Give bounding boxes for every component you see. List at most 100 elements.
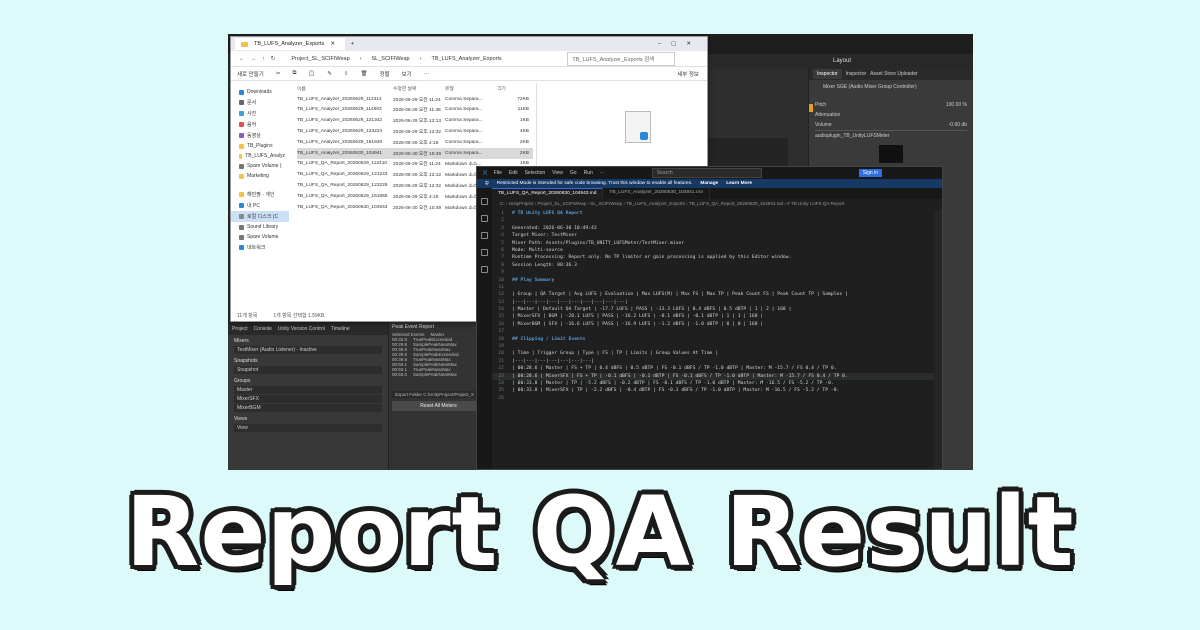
group-mixerbgm[interactable]: MixerBGM <box>234 404 382 412</box>
volume-value[interactable]: -0.60 db <box>949 122 967 128</box>
code-line[interactable]: 23 | 00:28.6 | MixerSFX | FS + TP | -0.1 … <box>492 372 934 380</box>
code-line[interactable]: 25 | 00:33.8 | MixerSFX | TP | -2.2 dBFS … <box>492 387 934 394</box>
nav-item[interactable]: Marketing <box>231 171 289 181</box>
tab-asset-store[interactable]: Asset Store Uploader <box>870 71 918 77</box>
sign-in-button[interactable]: Sign in <box>858 169 882 177</box>
view-button[interactable]: 보기 <box>402 70 412 78</box>
source-control-icon[interactable] <box>481 232 488 239</box>
code-line[interactable]: 6 Mode: Multi-source <box>492 247 934 254</box>
nav-item[interactable]: 사진 <box>231 108 289 119</box>
refresh-icon[interactable]: ↻ <box>271 56 276 62</box>
code-line[interactable]: 8 Session Length: 00:36.3 <box>492 262 934 269</box>
file-row-selected[interactable]: TB_LUFS_Analyzer_20260630_104941 2026-06-… <box>297 147 533 159</box>
file-row[interactable]: TB_LUFS_Analyzer_20260629_112412 2026-06-… <box>297 94 533 105</box>
copy-icon[interactable]: ⧉ <box>292 70 296 77</box>
code-line[interactable]: 10 ## Play Summary <box>492 277 934 284</box>
code-line[interactable]: 20 | Time | Trigger Group | Type | FS | T… <box>492 350 934 357</box>
code-line[interactable]: 22 | 00:28.6 | Master | FS + TP | 0.4 dBF… <box>492 365 934 372</box>
more-menu-icon[interactable]: ··· <box>600 170 605 176</box>
code-line[interactable]: 19 <box>492 343 934 350</box>
code-line[interactable]: 24 | 00:33.8 | Master | TP | -5.2 dBFS | … <box>492 380 934 387</box>
share-icon[interactable]: ⇪ <box>344 71 349 77</box>
nav-item[interactable]: 동영상 <box>231 130 289 141</box>
tab-inspector-2[interactable]: Inspector <box>846 71 867 77</box>
code-line[interactable]: 7 Runtime Processing: Report only. No TP … <box>492 254 934 261</box>
column-size[interactable]: 크기 <box>497 85 533 92</box>
tab-qa-report[interactable]: TB_LUFS_QA_Report_20260630_104943.md <box>492 188 604 199</box>
nav-item[interactable]: 음악 <box>231 119 289 130</box>
tab-version-control[interactable]: Unity Version Control <box>278 326 325 332</box>
group-mixersfx[interactable]: MixerSFX <box>234 395 382 403</box>
more-icon[interactable]: ··· <box>424 71 430 77</box>
snapshot-row[interactable]: Snapshot <box>234 366 382 374</box>
code-line[interactable]: 11 <box>492 284 934 291</box>
code-line[interactable]: 14 | Master | Default QA Target | -17.7 L… <box>492 306 934 313</box>
search-icon[interactable] <box>481 215 488 222</box>
extensions-icon[interactable] <box>481 266 488 273</box>
code-line[interactable]: 18 ## Clipping / Limit Events <box>492 336 934 343</box>
command-search-input[interactable]: Search <box>651 168 762 178</box>
tab-analyzer-csv[interactable]: TB_LUFS_Analyzer_20260630_104941.csv <box>603 188 711 199</box>
nav-item[interactable]: 네트워크 <box>231 242 289 253</box>
new-button[interactable]: 새로 만들기 <box>237 70 264 78</box>
code-line[interactable]: 9 <box>492 269 934 276</box>
minimap[interactable] <box>934 210 942 469</box>
address-bar[interactable]: Project_SL_SCIFIWeap › SL_SCIFIWeap › TB_L… <box>291 56 561 62</box>
menu-file[interactable]: File <box>494 170 502 176</box>
column-type[interactable]: 유형 <box>445 85 497 92</box>
pitch-value[interactable]: 100.00 % <box>946 102 967 108</box>
tab-console[interactable]: Console <box>254 326 272 332</box>
code-line[interactable]: 5 Mixer Path: Assets/Plugins/TB_UNITY_LUF… <box>492 240 934 247</box>
close-icon[interactable]: ✕ <box>330 41 335 47</box>
breadcrumb[interactable]: C: › UnityProject › Project_SL_SCIFIWeap… <box>492 199 942 208</box>
export-path-field[interactable]: C:/UnityProject/Project_S <box>423 392 474 397</box>
menu-view[interactable]: View <box>552 170 563 176</box>
nav-item[interactable]: 해빈짱 - 개인 <box>231 189 289 200</box>
nav-item[interactable]: Downloads <box>231 87 289 97</box>
menu-selection[interactable]: Selection <box>525 170 546 176</box>
details-button[interactable]: 세부 정보 <box>677 70 707 78</box>
code-line[interactable]: 21 |---|---|---|---|---|---|---| <box>492 358 934 365</box>
code-line[interactable]: 2 <box>492 217 934 224</box>
code-line[interactable]: 17 <box>492 328 934 335</box>
rename-icon[interactable]: ✎ <box>327 71 332 77</box>
back-icon[interactable]: ← <box>239 56 245 62</box>
code-line[interactable]: 15 | MixerSFX | BGM | -20.1 LUFS | PASS |… <box>492 313 934 320</box>
paste-icon[interactable]: 📋 <box>308 71 315 77</box>
path-segment[interactable]: TB_LUFS_Analyzer_Exports <box>431 56 501 62</box>
nav-item[interactable]: Spare Volume <box>231 232 289 242</box>
nav-item[interactable]: Spare Volume ( <box>231 161 289 171</box>
menu-run[interactable]: Run <box>584 170 593 176</box>
learn-more-link[interactable]: Learn More <box>726 181 752 186</box>
path-segment[interactable]: SL_SCIFIWeap <box>372 56 410 62</box>
group-master[interactable]: Master <box>234 386 382 394</box>
path-segment[interactable]: Project_SL_SCIFIWeap <box>291 56 349 62</box>
nav-item[interactable]: 로컬 디스크 (C <box>231 211 289 222</box>
layout-dropdown[interactable]: Layout <box>833 58 851 64</box>
forward-icon[interactable]: → <box>251 56 257 62</box>
tab-inspector[interactable]: Inspector <box>813 69 842 79</box>
tab-project[interactable]: Project <box>232 326 248 332</box>
file-row[interactable]: TB_LUFS_Analyzer_20260629_114803 2026-06-… <box>297 105 533 116</box>
code-editor[interactable]: 1 # TB Unity LUFS QA Report 2 3 Generated: 2… <box>492 210 934 469</box>
explorer-tab[interactable]: TB_LUFS_Analyzer_Exports ✕ <box>235 38 345 50</box>
file-row[interactable]: TB_LUFS_Analyzer_20260629_123224 2026-06-… <box>297 126 533 137</box>
window-controls[interactable]: –▢✕ <box>658 41 707 47</box>
code-line[interactable]: 26 <box>492 395 934 402</box>
column-name[interactable]: 이름 <box>297 85 393 92</box>
view-row[interactable]: View <box>234 424 382 432</box>
menu-go[interactable]: Go <box>570 170 577 176</box>
manage-link[interactable]: Manage <box>700 181 718 186</box>
search-input[interactable]: TB_LUFS_Analyzer_Exports 검색 <box>567 51 676 66</box>
reset-all-meters-button[interactable]: Reset All Meters <box>392 401 485 411</box>
delete-icon[interactable]: 🗑 <box>360 71 367 77</box>
file-row[interactable]: TB_LUFS_Analyzer_20260629_161849 2026-06-… <box>297 137 533 148</box>
code-line[interactable]: 16 | MixerBGM | SFX | -16.6 LUFS | PASS |… <box>492 321 934 328</box>
code-line[interactable]: 4 Target Mixer: TestMixer <box>492 232 934 239</box>
code-line[interactable]: 12 | Group | QA Target | Avg LUFS | Evalu… <box>492 291 934 298</box>
nav-item[interactable]: Sound Library <box>231 222 289 232</box>
column-date[interactable]: 수정한 날짜 <box>393 85 445 92</box>
nav-item[interactable]: TB_LUFS_Analyz <box>231 151 289 161</box>
code-line[interactable]: 3 Generated: 2026-06-30 10:49:43 <box>492 225 934 232</box>
menu-edit[interactable]: Edit <box>509 170 518 176</box>
